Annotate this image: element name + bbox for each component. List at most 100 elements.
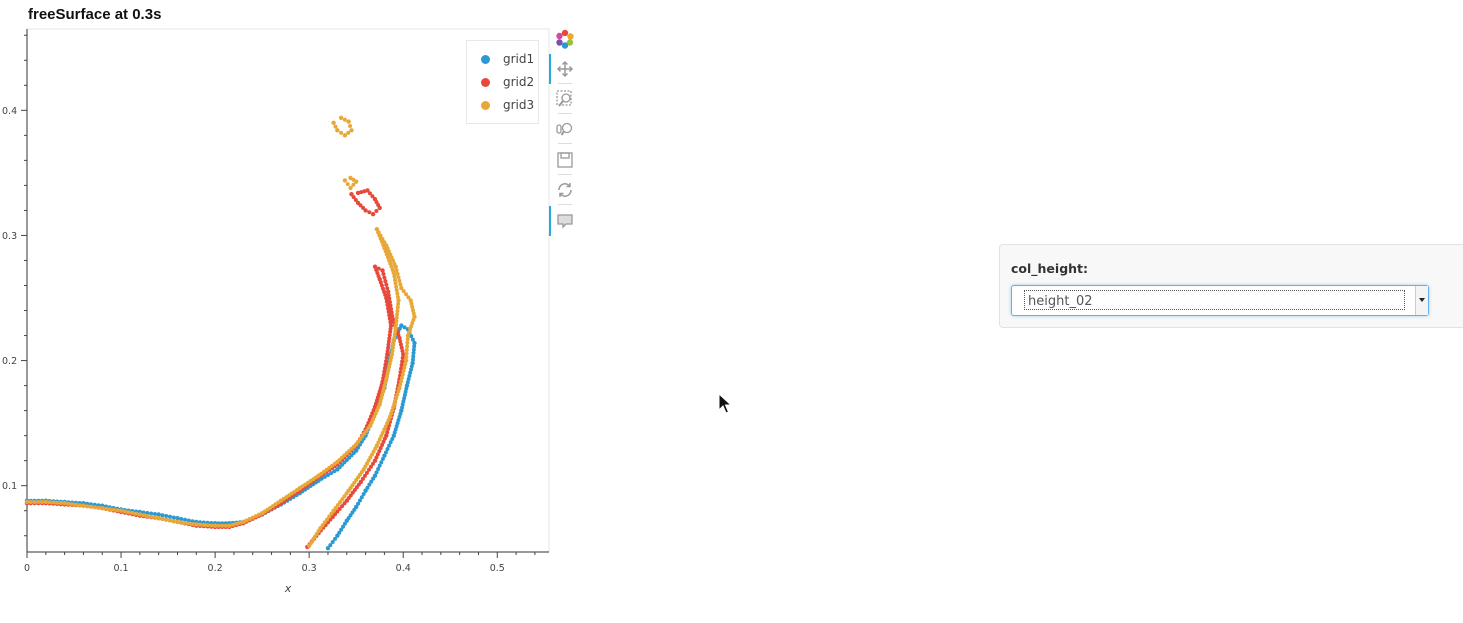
data-point — [36, 499, 41, 504]
data-point — [405, 337, 410, 342]
data-point — [335, 128, 340, 133]
dropdown-arrow-icon[interactable] — [1415, 286, 1428, 315]
x-tick-label: 0.2 — [208, 563, 223, 574]
data-point — [130, 510, 135, 515]
legend: grid1 grid2 grid3 — [466, 40, 539, 124]
data-point — [73, 502, 78, 507]
select-value: height_02 — [1028, 294, 1093, 309]
data-point — [70, 502, 75, 507]
data-point — [55, 500, 60, 505]
data-point — [342, 178, 348, 183]
select-widget: col_height: height_02 — [999, 244, 1463, 328]
data-point — [384, 282, 389, 287]
data-point — [205, 523, 210, 528]
select-label: col_height: — [1011, 261, 1089, 276]
data-point — [387, 300, 392, 305]
active-tool-indicator — [549, 54, 551, 84]
data-point — [216, 523, 221, 528]
data-point — [66, 501, 71, 506]
data-point — [345, 182, 350, 187]
legend-item-grid1[interactable]: grid1 — [481, 49, 534, 69]
x-tick-label: 0.3 — [302, 563, 317, 574]
data-point — [395, 271, 400, 276]
data-point — [209, 523, 214, 528]
data-point — [370, 211, 376, 217]
data-point — [372, 264, 378, 269]
data-point — [394, 268, 399, 273]
box-zoom-icon[interactable] — [555, 89, 575, 109]
data-point — [382, 369, 387, 374]
data-point — [81, 503, 86, 508]
data-point — [400, 372, 405, 377]
data-point — [58, 500, 63, 505]
data-point — [394, 319, 399, 324]
col-height-select[interactable]: height_02 — [1011, 285, 1429, 316]
data-point — [349, 128, 354, 133]
data-point — [394, 315, 399, 320]
data-point — [394, 284, 399, 289]
data-point — [384, 359, 389, 364]
series-grid1 — [24, 323, 417, 551]
data-point — [220, 523, 225, 528]
data-point — [394, 322, 399, 327]
bokeh-logo-icon[interactable] — [555, 29, 575, 49]
data-point — [392, 277, 397, 282]
legend-swatch — [481, 77, 490, 87]
data-point — [381, 272, 386, 277]
x-tick-label: 0.4 — [396, 563, 411, 574]
plot-toolbar — [549, 28, 581, 248]
pan-icon[interactable] — [555, 59, 575, 79]
data-point — [338, 115, 344, 121]
toolbar-divider — [558, 174, 572, 175]
data-point — [382, 366, 387, 371]
data-point — [396, 275, 401, 280]
data-point — [40, 499, 45, 504]
data-point — [32, 499, 37, 504]
data-point — [383, 279, 388, 284]
data-point — [24, 499, 30, 505]
data-point — [382, 275, 387, 280]
data-point — [389, 310, 394, 315]
data-point — [342, 117, 347, 122]
legend-item-grid3[interactable]: grid3 — [481, 95, 534, 115]
active-tool-indicator — [549, 206, 551, 236]
data-point — [348, 185, 353, 191]
data-point — [234, 521, 239, 526]
wheel-zoom-icon[interactable] — [555, 119, 575, 139]
data-point — [404, 351, 409, 356]
data-point — [167, 518, 172, 523]
data-point — [403, 362, 408, 367]
toolbar-divider — [558, 143, 572, 144]
series-grid2 — [24, 188, 406, 550]
data-point — [96, 505, 101, 510]
data-point — [405, 333, 411, 338]
data-point — [111, 507, 116, 512]
data-point — [387, 296, 392, 301]
data-point — [104, 506, 109, 511]
data-point — [400, 355, 405, 360]
data-point — [152, 511, 157, 516]
data-point — [389, 306, 394, 311]
data-point — [403, 358, 409, 363]
data-point — [175, 516, 180, 521]
legend-swatch — [481, 100, 490, 110]
y-tick-label: 0.2 — [2, 356, 17, 367]
legend-label: grid1 — [503, 52, 535, 66]
x-tick-label: 0 — [24, 563, 30, 574]
data-point — [367, 210, 372, 215]
data-point — [156, 512, 161, 517]
save-icon[interactable] — [555, 150, 575, 170]
data-point — [401, 368, 406, 373]
legend-item-grid2[interactable]: grid2 — [481, 72, 534, 92]
toolbar-divider — [558, 204, 572, 205]
hover-icon[interactable] — [555, 211, 575, 231]
data-point — [380, 268, 385, 273]
data-point — [395, 305, 400, 310]
x-tick-label: 0.5 — [490, 563, 505, 574]
data-point — [179, 520, 184, 525]
reset-icon[interactable] — [555, 180, 575, 200]
data-point — [92, 505, 97, 510]
data-point — [405, 340, 410, 345]
data-point — [395, 295, 400, 300]
data-point — [179, 516, 184, 521]
